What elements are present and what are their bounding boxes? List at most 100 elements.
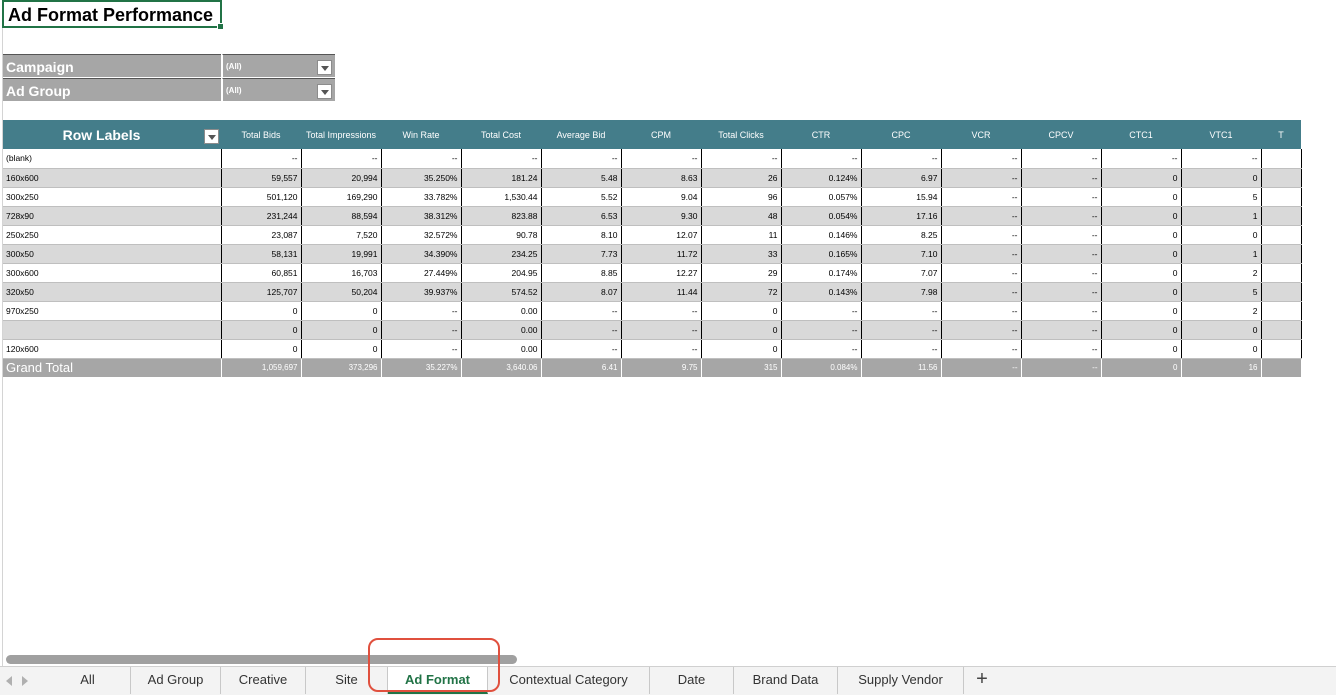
value-cell[interactable]: --: [381, 339, 462, 359]
column-header[interactable]: Average Bid: [541, 120, 621, 149]
value-cell[interactable]: 48: [701, 206, 782, 226]
value-cell[interactable]: --: [1021, 149, 1102, 169]
value-cell[interactable]: 169,290: [301, 187, 382, 207]
value-cell[interactable]: --: [941, 206, 1022, 226]
column-header[interactable]: VCR: [941, 120, 1021, 149]
value-cell[interactable]: 59,557: [221, 168, 302, 188]
value-cell[interactable]: --: [1021, 225, 1102, 245]
value-cell[interactable]: --: [941, 282, 1022, 302]
value-cell[interactable]: 12.27: [621, 263, 702, 283]
value-cell[interactable]: [1261, 339, 1302, 359]
value-cell[interactable]: 0.00: [461, 301, 542, 321]
value-cell[interactable]: 7.07: [861, 263, 942, 283]
selected-title-cell[interactable]: Ad Format Performance: [2, 0, 224, 30]
value-cell[interactable]: 0: [301, 320, 382, 340]
value-cell[interactable]: 0: [1101, 282, 1182, 302]
row-label-cell[interactable]: 300x50: [3, 244, 222, 264]
value-cell[interactable]: 315: [701, 357, 782, 377]
row-label-cell[interactable]: Grand Total: [3, 357, 222, 377]
value-cell[interactable]: --: [381, 301, 462, 321]
value-cell[interactable]: 96: [701, 187, 782, 207]
tab-scroll-right-icon[interactable]: [22, 676, 28, 686]
value-cell[interactable]: 6.53: [541, 206, 622, 226]
sheet-tab[interactable]: Date: [650, 667, 734, 694]
value-cell[interactable]: 1,530.44: [461, 187, 542, 207]
value-cell[interactable]: 0: [1101, 206, 1182, 226]
value-cell[interactable]: 27.449%: [381, 263, 462, 283]
value-cell[interactable]: --: [941, 301, 1022, 321]
column-header[interactable]: Total Bids: [221, 120, 301, 149]
row-label-cell[interactable]: 250x250: [3, 225, 222, 245]
row-labels-header[interactable]: Row Labels: [3, 120, 221, 149]
value-cell[interactable]: 0: [1101, 168, 1182, 188]
value-cell[interactable]: 231,244: [221, 206, 302, 226]
value-cell[interactable]: 19,991: [301, 244, 382, 264]
sheet-tab[interactable]: Creative: [221, 667, 306, 694]
value-cell[interactable]: 501,120: [221, 187, 302, 207]
column-header[interactable]: Total Cost: [461, 120, 541, 149]
value-cell[interactable]: 72: [701, 282, 782, 302]
value-cell[interactable]: --: [861, 301, 942, 321]
value-cell[interactable]: 1: [1181, 206, 1262, 226]
value-cell[interactable]: 15.94: [861, 187, 942, 207]
value-cell[interactable]: --: [781, 149, 862, 169]
value-cell[interactable]: --: [621, 301, 702, 321]
value-cell[interactable]: --: [781, 339, 862, 359]
value-cell[interactable]: --: [941, 225, 1022, 245]
value-cell[interactable]: 20,994: [301, 168, 382, 188]
value-cell[interactable]: --: [861, 149, 942, 169]
value-cell[interactable]: 0.146%: [781, 225, 862, 245]
value-cell[interactable]: 1,059,697: [221, 357, 302, 377]
value-cell[interactable]: 17.16: [861, 206, 942, 226]
spreadsheet-grid[interactable]: Ad Format Performance Campaign (All) Ad …: [0, 0, 1336, 666]
value-cell[interactable]: 7,520: [301, 225, 382, 245]
value-cell[interactable]: 11.72: [621, 244, 702, 264]
value-cell[interactable]: 0: [301, 339, 382, 359]
value-cell[interactable]: --: [781, 301, 862, 321]
value-cell[interactable]: 0: [1181, 339, 1262, 359]
column-header[interactable]: CTR: [781, 120, 861, 149]
value-cell[interactable]: 7.73: [541, 244, 622, 264]
value-cell[interactable]: 35.227%: [381, 357, 462, 377]
value-cell[interactable]: 8.25: [861, 225, 942, 245]
value-cell[interactable]: 32.572%: [381, 225, 462, 245]
value-cell[interactable]: 1: [1181, 244, 1262, 264]
value-cell[interactable]: 6.41: [541, 357, 622, 377]
value-cell[interactable]: --: [1021, 187, 1102, 207]
value-cell[interactable]: --: [941, 339, 1022, 359]
row-label-cell[interactable]: 320x50: [3, 282, 222, 302]
value-cell[interactable]: --: [1021, 320, 1102, 340]
value-cell[interactable]: 8.10: [541, 225, 622, 245]
value-cell[interactable]: 0: [701, 339, 782, 359]
value-cell[interactable]: [1261, 206, 1302, 226]
value-cell[interactable]: 39.937%: [381, 282, 462, 302]
value-cell[interactable]: 0: [1181, 168, 1262, 188]
value-cell[interactable]: --: [621, 320, 702, 340]
value-cell[interactable]: 8.63: [621, 168, 702, 188]
value-cell[interactable]: 181.24: [461, 168, 542, 188]
value-cell[interactable]: 574.52: [461, 282, 542, 302]
dropdown-arrow-icon[interactable]: [204, 129, 219, 144]
value-cell[interactable]: 5: [1181, 187, 1262, 207]
value-cell[interactable]: 6.97: [861, 168, 942, 188]
value-cell[interactable]: 373,296: [301, 357, 382, 377]
sheet-tab[interactable]: Ad Group: [131, 667, 221, 694]
value-cell[interactable]: 0.174%: [781, 263, 862, 283]
value-cell[interactable]: 5.52: [541, 187, 622, 207]
sheet-tab[interactable]: Supply Vendor: [838, 667, 964, 694]
filter-value[interactable]: (All): [222, 78, 335, 101]
value-cell[interactable]: 0: [1101, 301, 1182, 321]
value-cell[interactable]: 26: [701, 168, 782, 188]
column-header[interactable]: Win Rate: [381, 120, 461, 149]
value-cell[interactable]: 0: [1101, 339, 1182, 359]
value-cell[interactable]: --: [941, 263, 1022, 283]
column-header[interactable]: Total Clicks: [701, 120, 781, 149]
value-cell[interactable]: [1261, 301, 1302, 321]
value-cell[interactable]: [1261, 320, 1302, 340]
row-label-cell[interactable]: 970x250: [3, 301, 222, 321]
dropdown-arrow-icon[interactable]: [317, 60, 332, 75]
value-cell[interactable]: --: [541, 320, 622, 340]
value-cell[interactable]: 0: [1101, 225, 1182, 245]
value-cell[interactable]: --: [541, 149, 622, 169]
value-cell[interactable]: 12.07: [621, 225, 702, 245]
